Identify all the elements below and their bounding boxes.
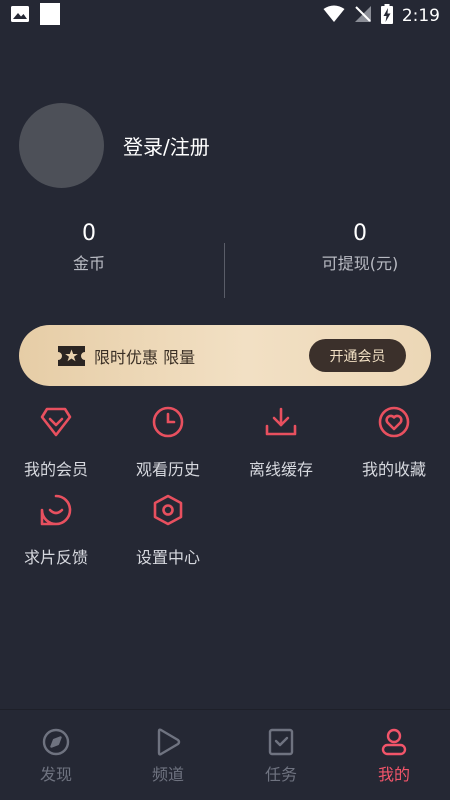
nav-tab-tasks[interactable]: 任务 (225, 727, 337, 785)
download-icon (264, 405, 298, 439)
coins-value: 0 (82, 221, 96, 246)
heart-icon (377, 405, 411, 439)
vip-promo-text: 限时优惠 限量 (94, 347, 196, 367)
ticket-star-icon (58, 345, 85, 366)
menu-item-membership[interactable]: 我的会员 (0, 405, 112, 489)
nav-label: 发现 (39, 765, 72, 784)
nav-tab-channels[interactable]: 频道 (112, 727, 224, 785)
menu-label: 设置中心 (135, 548, 200, 567)
user-icon (379, 727, 409, 757)
nav-label: 我的 (377, 765, 410, 784)
no-signal-icon (354, 5, 372, 27)
cash-label: 可提现(元) (321, 254, 399, 273)
menu-label: 求片反馈 (23, 548, 88, 567)
coins-label: 金币 (72, 254, 105, 273)
menu-item-history[interactable]: 观看历史 (112, 405, 224, 489)
chat-smile-icon (39, 493, 73, 527)
wifi-icon (323, 5, 345, 27)
status-time: 2:19 (401, 6, 440, 26)
vip-promo-banner[interactable]: 限时优惠 限量 开通会员 (19, 325, 431, 386)
menu-item-offline-cache[interactable]: 离线缓存 (225, 405, 337, 489)
menu-label: 我的收藏 (361, 460, 426, 479)
menu-item-feedback[interactable]: 求片反馈 (0, 493, 112, 577)
settings-hexagon-icon (151, 493, 185, 527)
diamond-icon (39, 405, 73, 439)
nav-label: 任务 (264, 765, 297, 784)
profile-header[interactable]: 登录/注册 (19, 103, 210, 188)
nav-tab-mine[interactable]: 我的 (338, 727, 450, 785)
menu-item-settings[interactable]: 设置中心 (112, 493, 224, 577)
menu-label: 我的会员 (23, 460, 88, 479)
cash-stat[interactable]: 0 可提现(元) (225, 220, 450, 274)
menu-label: 离线缓存 (248, 460, 313, 479)
nav-label: 频道 (151, 765, 184, 784)
image-icon (10, 5, 30, 27)
clock-icon (151, 405, 185, 439)
bottom-navigation: 发现 频道 任务 我的 (0, 709, 450, 800)
square-icon (40, 3, 60, 29)
coins-stat[interactable]: 0 金币 (0, 220, 178, 274)
task-icon (266, 727, 296, 757)
compass-icon (41, 727, 71, 757)
login-register-link[interactable]: 登录/注册 (123, 131, 210, 160)
stats-panel: 0 金币 0 可提现(元) (0, 220, 450, 300)
avatar[interactable] (19, 103, 104, 188)
cash-value: 0 (353, 221, 367, 246)
menu-label: 观看历史 (135, 460, 200, 479)
battery-charging-icon (380, 4, 393, 28)
open-vip-button[interactable]: 开通会员 (309, 339, 406, 372)
nav-tab-discover[interactable]: 发现 (0, 727, 112, 785)
menu-item-favorites[interactable]: 我的收藏 (338, 405, 450, 489)
status-bar: 2:19 (0, 0, 450, 32)
play-icon (153, 727, 183, 757)
